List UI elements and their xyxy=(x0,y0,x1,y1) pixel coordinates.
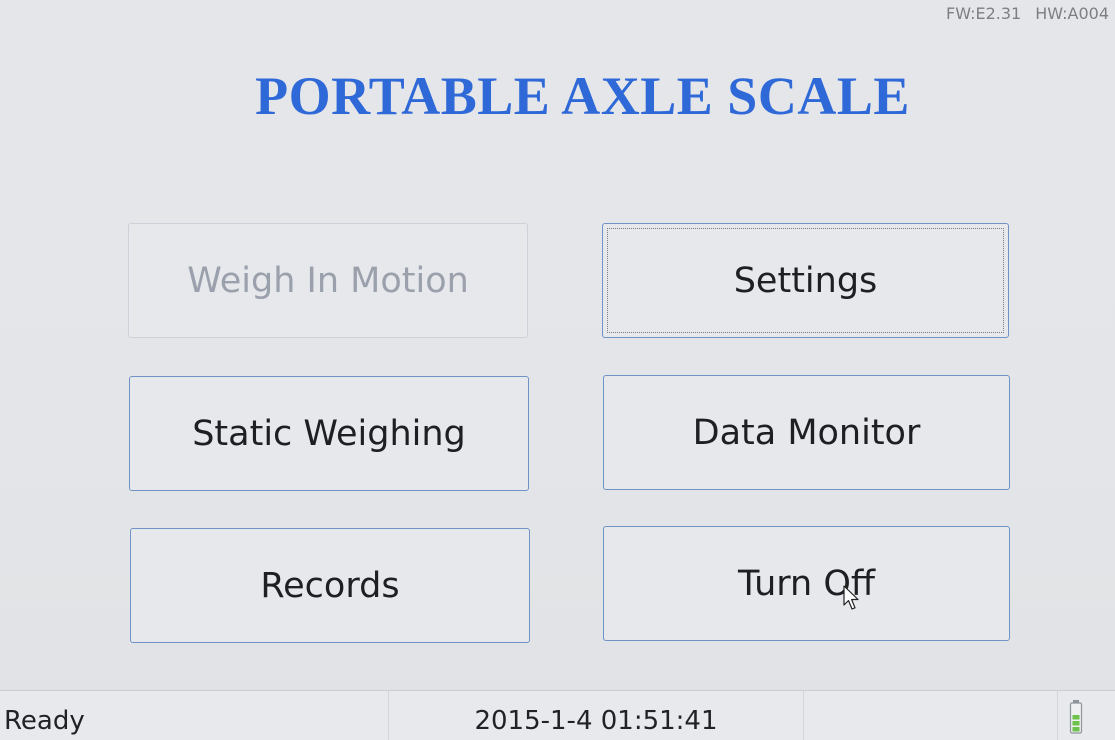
firmware-version: FW:E2.31 xyxy=(945,4,1022,23)
records-button[interactable]: Records xyxy=(130,528,530,643)
data-monitor-button[interactable]: Data Monitor xyxy=(603,375,1010,490)
turn-off-button[interactable]: Turn Off xyxy=(603,526,1010,641)
battery-icon xyxy=(1069,700,1083,734)
status-text: Ready xyxy=(4,706,85,736)
settings-button[interactable]: Settings xyxy=(602,223,1009,338)
app-screen: FW:E2.31 HW:A004 PORTABLE AXLE SCALE Weig… xyxy=(0,0,1115,740)
static-weighing-label: Static Weighing xyxy=(192,413,466,454)
status-datetime: 2015-1-4 01:51:41 xyxy=(388,691,804,740)
data-monitor-label: Data Monitor xyxy=(692,412,921,453)
status-bar: Ready 2015-1-4 01:51:41 xyxy=(0,690,1115,740)
records-label: Records xyxy=(260,565,400,606)
hardware-version: HW:A004 xyxy=(1035,4,1109,23)
weigh-in-motion-button[interactable]: Weigh In Motion xyxy=(128,223,528,338)
weigh-in-motion-label: Weigh In Motion xyxy=(187,260,469,301)
status-panel xyxy=(806,691,1058,740)
version-info: FW:E2.31 HW:A004 xyxy=(946,4,1109,24)
app-title: PORTABLE AXLE SCALE xyxy=(255,66,910,126)
static-weighing-button[interactable]: Static Weighing xyxy=(129,376,529,491)
settings-label: Settings xyxy=(733,260,878,301)
turn-off-label: Turn Off xyxy=(738,563,875,604)
